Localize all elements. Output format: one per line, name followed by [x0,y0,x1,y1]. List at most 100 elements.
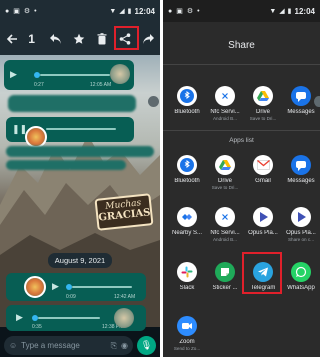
duration-text: 0:35 [32,324,42,330]
app-label: Bluetooth [174,178,200,184]
apps-list-heading: Apps list [229,137,254,144]
app-label: WhatsApp [287,285,315,291]
app-nearby-share[interactable]: Nearby S... [168,207,206,236]
status-bar: ● ▣ ⚙ • ▼ ◢ ▮ 12:04 [163,0,320,22]
duration-text: 0:09 [66,294,76,300]
mic-icon: 🎙 [140,340,153,350]
sticker-icon [215,262,235,282]
sender-thumbnail [25,126,47,148]
nearby-share-icon [177,207,197,227]
share-target-nfc-service[interactable]: Nfc Servi... Android B... [206,86,244,121]
app-label: Slack [179,285,195,291]
app-opus-player-share[interactable]: Opus Pla... Share on c... [282,207,320,242]
slack-icon [177,262,197,282]
play-icon[interactable]: ▶ [16,312,23,323]
app-slack[interactable]: Slack [168,262,206,291]
message-bubble[interactable] [6,146,154,157]
opus-player-icon [253,207,273,227]
app-sublabel: Share on c... [287,237,315,242]
scroll-handle[interactable] [148,96,159,107]
message-timestamp: 12:05 AM [90,82,112,88]
app-label: Opus Pla... [248,230,278,236]
app-label: Messages [287,178,315,184]
whatsapp-icon [291,262,311,282]
divider [163,130,320,131]
play-icon[interactable]: ▶ [10,69,17,80]
app-bluetooth[interactable]: Bluetooth [168,155,206,184]
message-timestamp: 12:42 AM [114,294,136,300]
message-input[interactable]: ☺ Type a message ⎘ ◉ [4,336,133,355]
nfc-icon [215,86,235,106]
whatsapp-screen: ● ▣ ⚙ • ▼ ◢ ▮ 12:04 1 ▶ 0:27 12:05 AM ❚❚… [0,0,160,357]
divider [163,64,320,65]
app-whatsapp[interactable]: WhatsApp [282,262,320,291]
duration-text: 0:27 [34,82,44,88]
sender-thumbnail [24,276,46,298]
share-sheet-title: Share [228,40,255,51]
share-target-bluetooth[interactable]: Bluetooth [168,86,206,115]
playback-track[interactable] [38,317,100,319]
app-label: Opus Pla... [286,230,316,236]
reply-icon[interactable] [49,31,62,47]
settings-notif-icon: ⚙ [23,7,31,15]
app-zoom[interactable]: Zoom Send to Zo... [168,316,206,351]
telegram-highlight [242,252,282,294]
gmail-icon [253,155,273,175]
messages-icon [291,86,311,106]
back-arrow-icon[interactable] [5,31,18,47]
camera-icon[interactable]: ◉ [121,341,128,350]
delete-icon[interactable] [95,31,108,47]
app-gmail[interactable]: Gmail [244,155,282,184]
dot-notif-icon: • [197,7,200,15]
message-composer: ☺ Type a message ⎘ ◉ 🎙 [0,334,160,357]
app-sublabel: Save to Dri... [211,185,239,190]
app-sticker-maker[interactable]: Sticker ... [206,262,244,291]
status-bar: ● ▣ ⚙ • ▼ ◢ ▮ 12:04 [0,0,160,22]
share-target-label: Drive [255,109,270,115]
message-bubble[interactable] [6,160,126,170]
dot-notif-icon: • [34,7,37,15]
messages-icon [291,155,311,175]
share-target-label: Nfc Servi... [210,109,240,115]
app-sublabel: Send to Zo... [173,346,201,351]
attach-icon[interactable]: ⎘ [111,341,117,351]
scroll-handle[interactable] [314,96,320,107]
muchas-gracias-sticker[interactable]: Muchas GRACIAS [94,193,154,231]
share-button-highlight [114,26,139,50]
nfc-icon [215,207,235,227]
share-target-sublabel: Android B... [212,116,237,121]
message-placeholder: Type a message [21,341,80,350]
voice-message-bubble[interactable] [8,95,136,112]
forward-icon[interactable] [142,31,155,47]
drive-icon [253,86,273,106]
app-nfc-service[interactable]: Nfc Servi... Android B... [206,207,244,242]
star-icon[interactable] [72,31,85,47]
selected-count: 1 [28,31,35,46]
date-divider: August 9, 2021 [48,253,112,268]
app-sublabel: Android B... [212,237,237,242]
app-drive[interactable]: Drive Save to Dri... [206,155,244,190]
playback-track[interactable] [46,128,116,130]
tv-notif-icon: ▣ [13,7,20,15]
playback-track[interactable] [72,286,132,288]
tv-notif-icon: ▣ [176,7,183,15]
app-messages[interactable]: Messages [282,155,320,184]
mic-button[interactable]: 🎙 [137,336,156,355]
emoji-icon[interactable]: ☺ [9,341,17,350]
app-opus-player[interactable]: Opus Pla... [244,207,282,236]
drive-icon [215,155,235,175]
share-sheet-screen: ● ▣ ⚙ • ▼ ◢ ▮ 12:04 Share Bluetooth Nfc … [163,0,320,357]
share-target-label: Messages [287,109,315,115]
play-icon[interactable]: ▶ [52,281,59,292]
app-label: Sticker ... [212,285,238,291]
whatsapp-notif-icon: ● [5,7,10,15]
status-time: 12:04 [294,6,315,16]
battery-icon: ▮ [287,7,292,15]
settings-notif-icon: ⚙ [186,7,194,15]
contact-avatar [110,64,130,84]
signal-icon: ◢ [119,7,125,15]
share-target-sublabel: Save to Dri... [249,116,277,121]
share-target-drive[interactable]: Drive Save to Dri... [244,86,282,121]
status-time: 12:04 [134,6,155,16]
playback-track[interactable] [40,74,110,76]
